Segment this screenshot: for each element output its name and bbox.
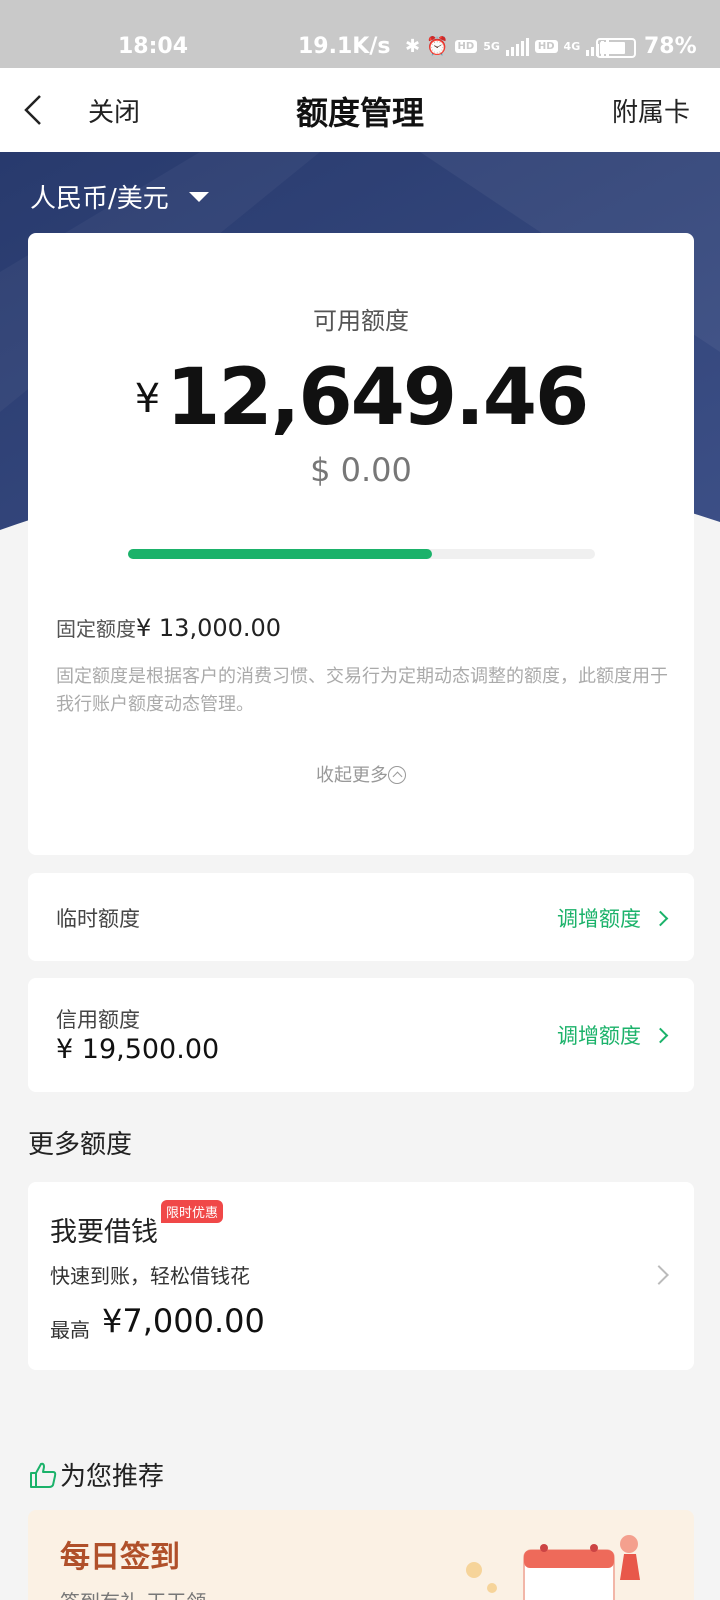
credit-limit-label: 信用额度 [56,1008,140,1032]
nav-bar: 关闭 额度管理 附属卡 [0,68,720,152]
network-4g-label: 4G [563,39,581,53]
hd-badge-2: HD [534,40,558,53]
available-amount-value: 12,649.46 [166,353,589,443]
daily-checkin-subtitle: 签到有礼 天天领 [60,1586,206,1600]
limit-progress-bar [128,549,595,559]
caret-down-icon [188,191,209,202]
temporary-limit-card[interactable]: 临时额度 调增额度 [28,873,694,961]
signal-icon [505,37,529,56]
collapse-more-label: 收起更多 [316,765,388,786]
loan-max-label: 最高 [50,1318,90,1342]
recommend-title-label: 为您推荐 [60,1462,165,1492]
loan-subtitle: 快速到账，轻松借钱花 [50,1264,250,1288]
credit-limit-card[interactable]: 信用额度 ¥ 19,500.00 调增额度 [28,978,694,1092]
status-time: 18:04 [118,34,189,59]
adjust-label: 调增额度 [557,907,641,931]
bluetooth-icon: ✱ [405,36,421,57]
alarm-icon: ⏰ [426,36,449,57]
subcard-button[interactable]: 附属卡 [612,92,690,129]
limit-progress-fill [128,549,432,559]
battery-fill [600,42,625,54]
hd-badge: HD [454,40,478,53]
fixed-limit-description: 固定额度是根据客户的消费习惯、交易行为定期动态调整的额度，此额度用于我行账户额度… [56,666,668,715]
loan-max-value: ¥7,000.00 [102,1302,265,1340]
adjust-label: 调增额度 [557,1024,641,1048]
collapse-more-button[interactable]: 收起更多 [28,761,694,787]
thumbs-up-icon [30,1462,57,1488]
limited-offer-badge: 限时优惠 [161,1200,224,1223]
battery-percentage: 78% [644,34,697,59]
fixed-limit-row: 固定额度¥ 13,000.00 [56,613,281,642]
available-limit-card: 可用额度 ¥12,649.46 $ 0.00 固定额度¥ 13,000.00 固… [28,233,694,855]
daily-checkin-title: 每日签到 [60,1540,180,1575]
recommend-title: 为您推荐 [28,1456,164,1493]
chevron-right-icon [652,1027,669,1043]
temporary-limit-label: 临时额度 [56,907,140,931]
network-speed: 19.1K/s [298,34,391,59]
status-bar: 18:04 19.1K/s ✱ ⏰ HD 5G HD 4G 78% [0,0,720,68]
more-limits-title: 更多额度 [28,1130,133,1160]
chevron-up-circle-icon [388,766,406,784]
chevron-right-icon [652,910,669,926]
chevron-right-icon [649,1265,669,1285]
daily-checkin-banner[interactable]: 每日签到 签到有礼 天天领 [28,1510,694,1600]
yen-sign: ¥ [134,376,161,422]
battery-icon [596,38,636,58]
available-limit-label: 可用额度 [313,307,409,335]
network-5g-label: 5G [483,39,500,53]
calendar-illustration-icon [466,1535,640,1600]
fixed-limit-label: 固定额度 [56,617,136,641]
currency-selector[interactable]: 人民币/美元 [30,178,209,215]
loan-card[interactable]: 我要借钱 限时优惠 快速到账，轻松借钱花 最高 ¥7,000.00 [28,1182,694,1370]
currency-label: 人民币/美元 [30,184,169,214]
credit-limit-value: ¥ 19,500.00 [56,1034,220,1065]
status-icons: ✱ ⏰ HD 5G HD 4G [405,36,610,57]
available-amount: ¥12,649.46 [28,353,694,443]
fixed-limit-value: ¥ 13,000.00 [136,614,282,642]
loan-title: 我要借钱 [50,1217,158,1248]
credit-limit-adjust-button[interactable]: 调增额度 [557,1020,669,1050]
usd-amount: $ 0.00 [310,451,412,489]
temporary-limit-adjust-button[interactable]: 调增额度 [557,903,669,933]
